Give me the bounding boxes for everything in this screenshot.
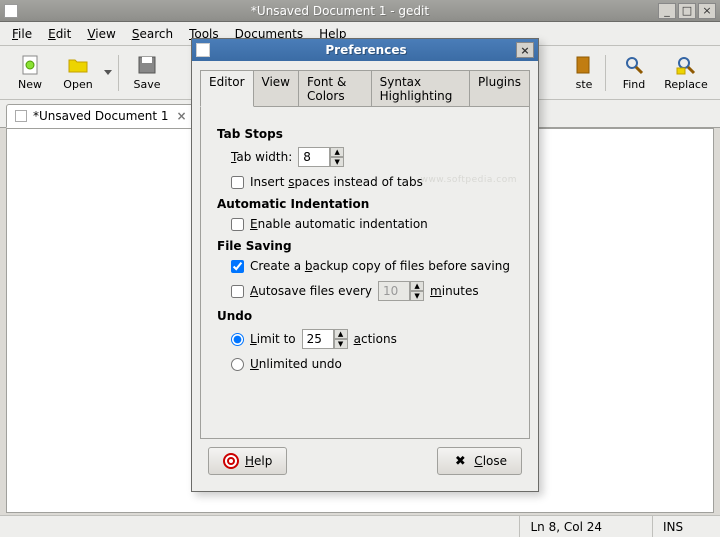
toolbar-separator [118, 55, 119, 91]
tab-width-label: Tab width: [231, 150, 292, 164]
find-label: Find [623, 78, 646, 91]
undo-limit-row: Limit to ▲ ▼ actions [231, 329, 513, 349]
dialog-actions: Help ✖ Close [200, 439, 530, 483]
find-icon [623, 54, 645, 76]
spin-up-button[interactable]: ▲ [334, 329, 348, 339]
new-label: New [18, 78, 42, 91]
autosave-label[interactable]: Autosave files every [250, 284, 372, 298]
tab-width-input[interactable] [298, 147, 330, 167]
preferences-dialog: Preferences × Editor View Font & Colors … [191, 38, 539, 492]
window-close-button[interactable]: × [698, 3, 716, 19]
autosave-input [378, 281, 410, 301]
close-icon: ✖ [452, 453, 468, 469]
editor-tab-page: www.softpedia.com Tab Stops Tab width: ▲… [200, 106, 530, 439]
toolbar-separator-2 [605, 55, 606, 91]
main-titlebar: *Unsaved Document 1 - gedit _ □ × [0, 0, 720, 22]
autosave-spinbox: ▲ ▼ [378, 281, 424, 301]
section-auto-indent: Automatic Indentation [217, 197, 513, 211]
dialog-icon [196, 43, 210, 57]
dialog-title: Preferences [216, 43, 516, 57]
tab-plugins[interactable]: Plugins [469, 70, 530, 107]
minimize-button[interactable]: _ [658, 3, 676, 19]
tab-width-spinbox[interactable]: ▲ ▼ [298, 147, 344, 167]
spin-down-button[interactable]: ▼ [330, 157, 344, 167]
backup-row: Create a backup copy of files before sav… [231, 259, 513, 273]
insert-spaces-checkbox[interactable] [231, 176, 244, 189]
autosave-checkbox[interactable] [231, 285, 244, 298]
section-undo: Undo [217, 309, 513, 323]
auto-indent-checkbox[interactable] [231, 218, 244, 231]
save-icon [136, 54, 158, 76]
tab-fonts-colors[interactable]: Font & Colors [298, 70, 372, 107]
paste-label: ste [576, 78, 593, 91]
tab-view[interactable]: View [253, 70, 299, 107]
cursor-position: Ln 8, Col 24 [519, 516, 612, 537]
save-label: Save [133, 78, 160, 91]
document-icon [15, 110, 27, 122]
app-icon [4, 4, 18, 18]
replace-label: Replace [664, 78, 708, 91]
autosave-row: Autosave files every ▲ ▼ minutes [231, 281, 513, 301]
new-button[interactable]: New [6, 50, 54, 96]
menu-search[interactable]: Search [124, 24, 181, 44]
find-button[interactable]: Find [610, 50, 658, 96]
undo-limit-radio[interactable] [231, 333, 244, 346]
backup-checkbox[interactable] [231, 260, 244, 273]
replace-icon [675, 54, 697, 76]
spin-down-button[interactable]: ▼ [334, 339, 348, 349]
help-icon [223, 453, 239, 469]
preferences-notebook: Editor View Font & Colors Syntax Highlig… [200, 69, 530, 439]
document-tab-label: *Unsaved Document 1 [33, 109, 169, 123]
menu-view[interactable]: View [79, 24, 123, 44]
tab-width-row: Tab width: ▲ ▼ [231, 147, 513, 167]
chevron-down-icon [104, 70, 112, 75]
menu-file[interactable]: File [4, 24, 40, 44]
undo-limit-unit: actions [354, 332, 397, 346]
section-tab-stops: Tab Stops [217, 127, 513, 141]
section-file-saving: File Saving [217, 239, 513, 253]
dialog-body: Editor View Font & Colors Syntax Highlig… [192, 61, 538, 491]
autosave-unit: minutes [430, 284, 479, 298]
maximize-button[interactable]: □ [678, 3, 696, 19]
spin-up-button[interactable]: ▲ [330, 147, 344, 157]
save-button[interactable]: Save [123, 50, 171, 96]
undo-unlimited-radio[interactable] [231, 358, 244, 371]
undo-limit-label[interactable]: Limit to [250, 332, 296, 346]
undo-limit-spinbox[interactable]: ▲ ▼ [302, 329, 348, 349]
spin-up-button: ▲ [410, 281, 424, 291]
spin-down-button: ▼ [410, 291, 424, 301]
menu-edit[interactable]: Edit [40, 24, 79, 44]
window-title: *Unsaved Document 1 - gedit [24, 4, 656, 18]
tab-syntax-highlighting[interactable]: Syntax Highlighting [371, 70, 470, 107]
replace-button[interactable]: Replace [658, 50, 714, 96]
undo-limit-input[interactable] [302, 329, 334, 349]
auto-indent-row: Enable automatic indentation [231, 217, 513, 231]
open-label: Open [63, 78, 92, 91]
close-button[interactable]: ✖ Close [437, 447, 522, 475]
statusbar: Ln 8, Col 24 INS [0, 515, 720, 537]
open-dropdown[interactable] [102, 50, 114, 96]
dialog-close-button[interactable]: × [516, 42, 534, 58]
watermark: www.softpedia.com [421, 175, 517, 185]
paste-icon [573, 54, 595, 76]
new-icon [19, 54, 41, 76]
dialog-titlebar[interactable]: Preferences × [192, 39, 538, 61]
open-icon [67, 54, 89, 76]
insert-spaces-label[interactable]: Insert spaces instead of tabs [250, 175, 423, 189]
backup-label[interactable]: Create a backup copy of files before sav… [250, 259, 510, 273]
paste-button-partial[interactable]: ste [567, 50, 601, 96]
tab-editor[interactable]: Editor [200, 70, 254, 107]
undo-unlimited-row: Unlimited undo [231, 357, 513, 371]
help-button[interactable]: Help [208, 447, 287, 475]
document-tab[interactable]: *Unsaved Document 1 × [6, 104, 198, 128]
tab-close-button[interactable]: × [175, 109, 189, 123]
insert-mode: INS [652, 516, 712, 537]
notebook-tabs: Editor View Font & Colors Syntax Highlig… [200, 69, 530, 106]
open-button[interactable]: Open [54, 50, 102, 96]
auto-indent-label[interactable]: Enable automatic indentation [250, 217, 428, 231]
undo-unlimited-label[interactable]: Unlimited undo [250, 357, 342, 371]
